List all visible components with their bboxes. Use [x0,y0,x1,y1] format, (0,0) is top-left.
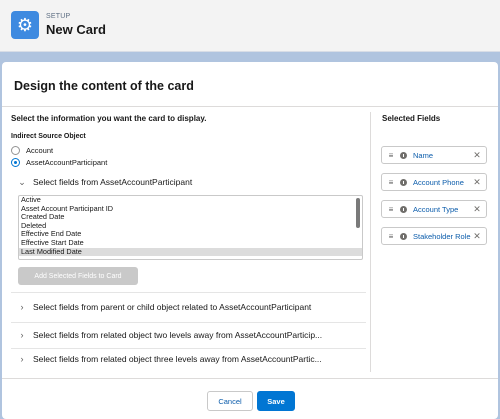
close-icon[interactable]: ✕ [472,177,482,188]
source-object-label: Indirect Source Object [11,133,86,140]
scrollbar[interactable] [356,198,360,228]
chevron-right-icon: › [20,302,24,312]
list-option[interactable]: Created Date [19,213,362,222]
divider [11,348,366,349]
gear-icon: ⚙ [11,11,39,39]
selected-field-label: Name [413,150,434,160]
drag-handle-icon[interactable]: ≡ [386,205,396,214]
add-selected-fields-button[interactable]: Add Selected Fields to Card [18,267,138,285]
divider [2,106,498,107]
cancel-button[interactable]: Cancel [207,391,253,411]
info-icon [400,205,407,213]
close-icon[interactable]: ✕ [472,150,482,161]
radio-button[interactable] [11,145,20,155]
section-label: Select fields from related object two le… [33,330,323,340]
page-title: New Card [46,22,106,37]
selected-field-pill[interactable]: ≡ Name ✕ [381,146,487,164]
selected-field-label: Stakeholder Role [413,231,471,241]
divider [11,292,366,293]
section-label: Select fields from AssetAccountParticipa… [33,177,193,187]
selected-field-pill[interactable]: ≡ Stakeholder Role ✕ [381,227,487,245]
selected-field-label: Account Type [413,204,459,214]
selected-fields-title: Selected Fields [382,114,441,123]
close-icon[interactable]: ✕ [472,231,482,242]
selected-field-pill[interactable]: ≡ Account Phone ✕ [381,173,487,191]
section-parent-child-fields[interactable]: › Select fields from parent or child obj… [17,300,312,314]
chevron-down-icon: ⌄ [18,176,26,187]
page-header: ⚙ SETUP New Card [0,0,500,52]
radio-label: AssetAccountParticipant [26,157,108,167]
header-eyebrow: SETUP [46,13,71,20]
section-fields-from-object[interactable]: ⌄ Select fields from AssetAccountPartici… [17,175,192,189]
save-button[interactable]: Save [257,391,295,411]
info-icon [400,232,407,240]
info-icon [400,151,407,159]
close-icon[interactable]: ✕ [472,204,482,215]
list-option[interactable]: Asset Account Participant ID [19,204,362,214]
chevron-right-icon: › [20,354,24,364]
info-icon [400,178,407,186]
radio-assetaccountparticipant[interactable]: AssetAccountParticipant [11,156,107,168]
footer-divider [2,378,498,379]
panel-title: Design the content of the card [14,79,194,93]
column-divider [370,112,371,372]
selected-field-pill[interactable]: ≡ Account Type ✕ [381,200,487,218]
card-designer-panel: Design the content of the card Select th… [2,62,498,419]
selected-field-label: Account Phone [413,177,464,187]
section-three-levels-fields[interactable]: › Select fields from related object thre… [17,352,322,366]
divider [11,322,366,323]
radio-label: Account [26,145,54,155]
fields-listbox[interactable]: Active Asset Account Participant ID Crea… [18,195,363,260]
drag-handle-icon[interactable]: ≡ [386,232,396,241]
section-label: Select fields from parent or child objec… [33,302,312,312]
chevron-right-icon: › [20,330,24,340]
section-label: Select fields from related object three … [33,354,322,364]
drag-handle-icon[interactable]: ≡ [386,178,396,187]
list-option-selected[interactable]: Last Modified Date [19,247,362,257]
instruction-text: Select the information you want the card… [11,114,207,123]
radio-button-checked[interactable] [11,157,20,167]
section-two-levels-fields[interactable]: › Select fields from related object two … [17,328,323,342]
drag-handle-icon[interactable]: ≡ [386,151,396,160]
radio-account[interactable]: Account [11,144,53,156]
